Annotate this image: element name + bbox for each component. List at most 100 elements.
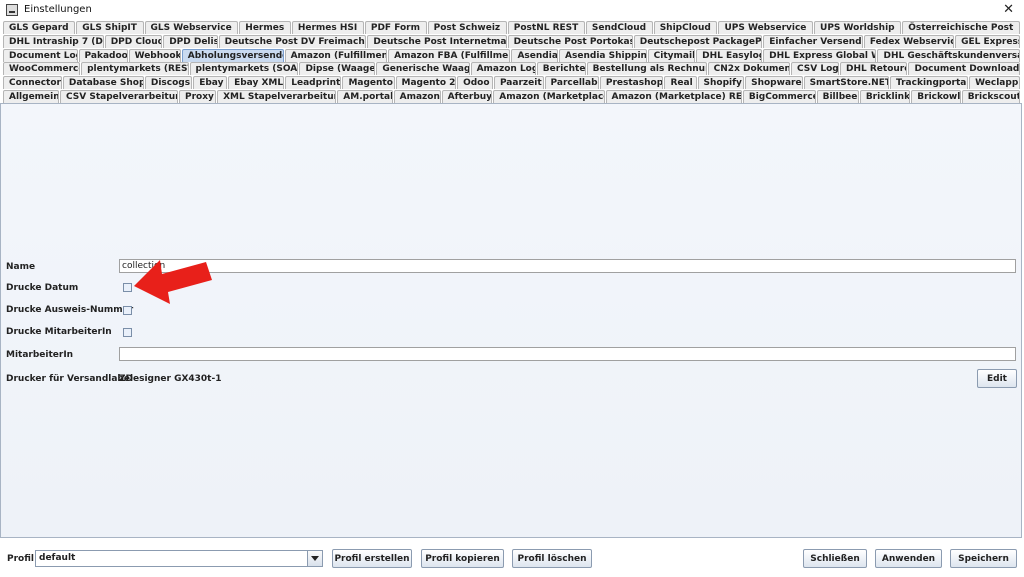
tab-document-downloader[interactable]: Document Downloader (908, 62, 1020, 76)
tab-row: WooCommerce plentymarkets (REST) plentymar… (3, 62, 1021, 76)
profil-select[interactable]: default (35, 550, 323, 567)
tab-dhl-intraship-7-de[interactable]: DHL Intraship 7 (DE) (3, 34, 104, 48)
tab-gls-gepard[interactable]: GLS Gepard (3, 21, 76, 34)
tab-post-schweiz[interactable]: Post Schweiz (427, 21, 507, 34)
tab-plentymarkets-soap[interactable]: plentymarkets (SOAP) (189, 62, 299, 76)
tab-dhl-geschäftskundenversand[interactable]: DHL Geschäftskundenversand (877, 48, 1021, 62)
tab-asendia[interactable]: Asendia (511, 48, 559, 62)
tab-brickscout[interactable]: Brickscout (961, 89, 1020, 103)
profil-erstellen-button[interactable]: Profil erstellen (332, 549, 412, 568)
tab-smartstore-net[interactable]: SmartStore.NET (803, 76, 889, 90)
printer-value: ZDesigner GX430t-1 (119, 374, 222, 384)
tab-dhl-express-global-ws[interactable]: DHL Express Global WS (763, 48, 877, 62)
tab-shopify[interactable]: Shopify (697, 76, 745, 90)
tab-abholungsversender[interactable]: Abholungsversender (181, 48, 284, 62)
tab-ups-webservice[interactable]: UPS Webservice (718, 21, 814, 34)
tab-österreichische-post[interactable]: Österreichische Post (902, 21, 1020, 34)
tab-postnl-rest[interactable]: PostNL REST (507, 21, 585, 34)
tab-woocommerce[interactable]: WooCommerce (3, 62, 81, 76)
tab-deutsche-post-internetmarke[interactable]: Deutsche Post Internetmarke (367, 34, 507, 48)
tab-deutschepost-packageplus[interactable]: Deutschepost PackagePlus (633, 34, 763, 48)
tab-ebay-xml[interactable]: Ebay XML (228, 76, 285, 90)
tab-amazon-fulfillment[interactable]: Amazon (Fulfillment) (284, 48, 388, 62)
tab-odoo[interactable]: Odoo (457, 76, 493, 90)
tab-deutsche-post-dv-freimachung[interactable]: Deutsche Post DV Freimachung (218, 34, 367, 48)
tab-parcellab[interactable]: Parcellab (544, 76, 599, 90)
tab-connector[interactable]: Connector (3, 76, 62, 90)
tab-cn2x-dokument[interactable]: CN2x Dokument (707, 62, 791, 76)
tab-amazon-log[interactable]: Amazon Log (470, 62, 536, 76)
drucke-datum-label: Drucke Datum (6, 283, 79, 293)
tab-bigcommerce[interactable]: BigCommerce (742, 89, 816, 103)
profil-kopieren-button[interactable]: Profil kopieren (421, 549, 504, 568)
tab-amazon-marketplace-rest[interactable]: Amazon (Marketplace) REST (605, 89, 742, 103)
tab-dipse-waage[interactable]: Dipse (Waage) (299, 62, 376, 76)
tab-dpd-delis[interactable]: DPD Delis (163, 34, 218, 48)
drucke-mitarbeiter-checkbox[interactable] (123, 328, 132, 337)
tab-bricklink[interactable]: Bricklink (859, 89, 911, 103)
red-arrow-annotation (130, 256, 214, 304)
tab-fedex-webservice[interactable]: Fedex Webservice (863, 34, 955, 48)
tab-dhl-retoure[interactable]: DHL Retoure (839, 62, 908, 76)
tab-xml-stapelverarbeitung[interactable]: XML Stapelverarbeitung (217, 89, 337, 103)
tab-leadprint[interactable]: Leadprint (285, 76, 342, 90)
tab-brickowl[interactable]: Brickowl (911, 89, 961, 103)
name-input[interactable]: collection (119, 259, 1016, 273)
tab-plentymarkets-rest[interactable]: plentymarkets (REST) (81, 62, 189, 76)
tab-csv-stapelverarbeitung[interactable]: CSV Stapelverarbeitung (60, 89, 178, 103)
tab-afterbuy[interactable]: Afterbuy (441, 89, 493, 103)
tab-ebay[interactable]: Ebay (193, 76, 228, 90)
tab-dpd-cloud[interactable]: DPD Cloud (104, 34, 163, 48)
tab-discogs[interactable]: Discogs (144, 76, 193, 90)
tab-gel-express[interactable]: GEL Express (955, 34, 1020, 48)
close-icon[interactable]: ✕ (1003, 2, 1014, 17)
tab-ups-worldship[interactable]: UPS Worldship (814, 21, 902, 34)
tab-allgemein[interactable]: Allgemein (3, 89, 60, 103)
tab-prestashop[interactable]: Prestashop (599, 76, 664, 90)
settings-window-icon (6, 3, 18, 16)
speichern-button[interactable]: Speichern (950, 549, 1017, 568)
tab-real[interactable]: Real (664, 76, 697, 90)
tab-pdf-form[interactable]: PDF Form (364, 21, 427, 34)
chevron-down-icon[interactable] (307, 551, 322, 566)
window-titlebar: Einstellungen ✕ (0, 0, 1024, 19)
tab-webhook[interactable]: Webhook (128, 48, 181, 62)
tab-einfacher-versender[interactable]: Einfacher Versender (763, 34, 863, 48)
schliessen-button[interactable]: Schließen (803, 549, 867, 568)
drucke-ausweis-checkbox[interactable] (123, 306, 132, 315)
tab-paarzeit[interactable]: Paarzeit (493, 76, 544, 90)
tab-bestellung-als-rechnung[interactable]: Bestellung als Rechnung (586, 62, 707, 76)
tab-billbee[interactable]: Billbee (816, 89, 859, 103)
tab-gls-shipit[interactable]: GLS ShipIT (76, 21, 144, 34)
tab-amazon-marketplace[interactable]: Amazon (Marketplace) (493, 89, 605, 103)
tab-shipcloud[interactable]: ShipCloud (653, 21, 718, 34)
tab-hermes-hsi[interactable]: Hermes HSI (291, 21, 364, 34)
tab-generische-waage[interactable]: Generische Waage (376, 62, 470, 76)
tab-gls-webservice[interactable]: GLS Webservice (144, 21, 239, 34)
tab-am-portal[interactable]: AM.portal (337, 89, 393, 103)
tab-magento[interactable]: Magento (342, 76, 395, 90)
tab-trackingportal[interactable]: Trackingportal (889, 76, 969, 90)
tab-deutsche-post-portokasse[interactable]: Deutsche Post Portokasse (507, 34, 633, 48)
tab-asendia-shipping[interactable]: Asendia Shipping (559, 48, 647, 62)
tab-dhl-easylog[interactable]: DHL Easylog (696, 48, 763, 62)
tab-weclapp[interactable]: Weclapp (969, 76, 1021, 90)
mitarbeiter-input[interactable] (119, 347, 1016, 361)
profil-loeschen-button[interactable]: Profil löschen (512, 549, 592, 568)
tab-amazon[interactable]: Amazon (393, 89, 441, 103)
tab-row: DHL Intraship 7 (DE) DPD Cloud DPD Delis De… (3, 34, 1021, 49)
tab-amazon-fba-fulfillment[interactable]: Amazon FBA (Fulfillment) (388, 48, 511, 62)
edit-button[interactable]: Edit (977, 369, 1017, 388)
tab-magento-2[interactable]: Magento 2 (395, 76, 457, 90)
tab-citymail[interactable]: Citymail (647, 48, 696, 62)
tab-pakadoo[interactable]: Pakadoo (78, 48, 128, 62)
tab-hermes[interactable]: Hermes (239, 21, 291, 34)
tab-csv-log[interactable]: CSV Log (791, 62, 839, 76)
tab-proxy[interactable]: Proxy (178, 89, 217, 103)
tab-database-shop[interactable]: Database Shop (62, 76, 144, 90)
tab-berichte[interactable]: Berichte (536, 62, 586, 76)
anwenden-button[interactable]: Anwenden (875, 549, 942, 568)
tab-sendcloud[interactable]: SendCloud (585, 21, 653, 34)
tab-shopware[interactable]: Shopware (745, 76, 803, 90)
tab-document-log[interactable]: Document Log (3, 48, 78, 62)
